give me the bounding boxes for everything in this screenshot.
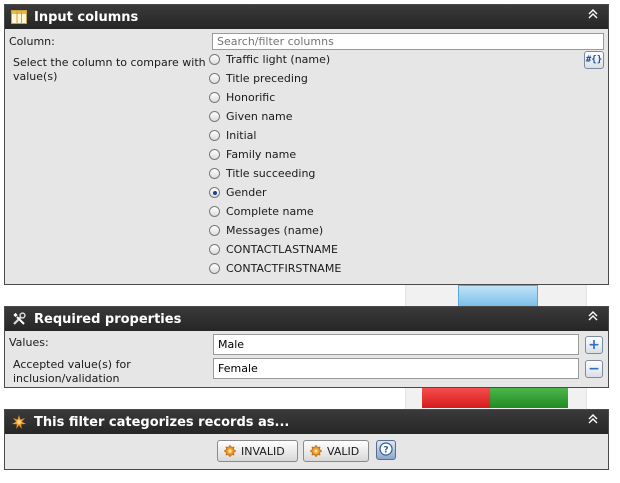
burst-icon xyxy=(11,414,27,430)
values-description: Accepted value(s) for inclusion/validati… xyxy=(13,358,131,385)
column-label: Column: xyxy=(9,35,55,48)
plus-icon: + xyxy=(588,337,600,353)
column-option[interactable]: Traffic light (name) xyxy=(209,50,330,69)
required-properties-title: Required properties xyxy=(34,311,182,327)
column-option[interactable]: Honorific xyxy=(209,88,275,107)
svg-text:?: ? xyxy=(383,445,388,455)
gear-icon xyxy=(310,445,322,457)
column-option[interactable]: Gender xyxy=(209,183,267,202)
value-input-1[interactable] xyxy=(213,334,579,355)
radio-button[interactable] xyxy=(209,149,220,160)
radio-button[interactable] xyxy=(209,225,220,236)
radio-button[interactable] xyxy=(209,111,220,122)
column-option[interactable]: CONTACTFIRSTNAME xyxy=(209,259,341,278)
column-option-label: Title preceding xyxy=(226,72,308,85)
gear-icon xyxy=(224,445,236,457)
radio-button[interactable] xyxy=(209,73,220,84)
radio-button[interactable] xyxy=(209,92,220,103)
column-option[interactable]: Initial xyxy=(209,126,256,145)
column-option-label: Family name xyxy=(226,148,297,161)
variable-button-label: #{} xyxy=(585,55,603,65)
column-option-label: Initial xyxy=(226,129,257,142)
column-option[interactable]: Messages (name) xyxy=(209,221,323,240)
radio-button[interactable] xyxy=(209,206,220,217)
radio-button[interactable] xyxy=(209,130,220,141)
column-option-label: CONTACTLASTNAME xyxy=(226,243,338,256)
column-option[interactable]: CONTACTLASTNAME xyxy=(209,240,338,259)
radio-button[interactable] xyxy=(209,54,220,65)
invalid-label: INVALID xyxy=(241,444,285,458)
help-icon: ? xyxy=(379,441,393,459)
insert-variable-button[interactable]: #{} xyxy=(584,51,604,69)
value-input-2[interactable] xyxy=(213,358,579,379)
input-columns-title: Input columns xyxy=(34,9,139,25)
column-search-input[interactable] xyxy=(212,33,604,50)
column-option-label: Title succeeding xyxy=(226,167,316,180)
help-button[interactable]: ? xyxy=(376,440,396,460)
categorize-header: This filter categorizes records as... xyxy=(5,410,608,434)
input-columns-header: Input columns xyxy=(5,5,608,29)
column-option-label: Gender xyxy=(226,186,267,199)
radio-button[interactable] xyxy=(209,244,220,255)
valid-button[interactable]: VALID xyxy=(303,440,369,462)
remove-value-button[interactable]: − xyxy=(585,360,603,378)
required-properties-header: Required properties xyxy=(5,307,608,331)
collapse-categorize-button[interactable] xyxy=(586,414,600,430)
columns-icon xyxy=(11,9,27,25)
add-value-button[interactable]: + xyxy=(585,336,603,354)
column-option[interactable]: Given name xyxy=(209,107,293,126)
minus-icon: − xyxy=(588,361,600,377)
column-option-label: CONTACTFIRSTNAME xyxy=(226,262,342,275)
tools-icon xyxy=(11,311,27,327)
column-option[interactable]: Complete name xyxy=(209,202,314,221)
radio-button[interactable] xyxy=(209,168,220,179)
radio-button[interactable] xyxy=(209,263,220,274)
collapse-input-columns-button[interactable] xyxy=(586,9,600,25)
column-option[interactable]: Title preceding xyxy=(209,69,308,88)
column-option-label: Complete name xyxy=(226,205,314,218)
column-option-label: Honorific xyxy=(226,91,276,104)
column-option[interactable]: Title succeeding xyxy=(209,164,315,183)
column-option-label: Traffic light (name) xyxy=(226,53,331,66)
radio-button-selected[interactable] xyxy=(209,187,220,198)
column-option-label: Messages (name) xyxy=(226,224,324,237)
collapse-required-properties-button[interactable] xyxy=(586,311,600,327)
column-option-label: Given name xyxy=(226,110,293,123)
column-option[interactable]: Family name xyxy=(209,145,296,164)
categorize-title: This filter categorizes records as... xyxy=(34,414,290,430)
values-label: Values: xyxy=(9,336,49,349)
valid-label: VALID xyxy=(327,444,360,458)
invalid-button[interactable]: INVALID xyxy=(217,440,298,462)
column-description: Select the column to compare with value(… xyxy=(13,56,206,83)
